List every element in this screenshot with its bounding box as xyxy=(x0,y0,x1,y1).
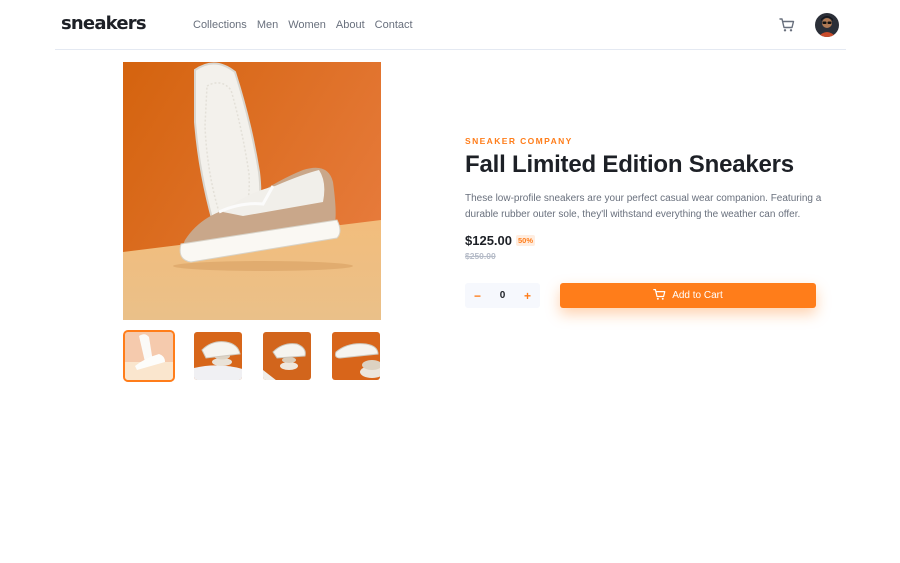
price-row: $125.00 50% xyxy=(465,233,536,248)
company-label: SNEAKER COMPANY xyxy=(465,136,573,146)
nav-about[interactable]: About xyxy=(336,19,365,31)
decrement-button[interactable]: − xyxy=(474,290,481,302)
avatar[interactable] xyxy=(815,13,839,37)
add-to-cart-label: Add to Cart xyxy=(672,290,723,301)
thumbnail-3[interactable] xyxy=(261,330,313,382)
nav-men[interactable]: Men xyxy=(257,19,278,31)
quantity-value: 0 xyxy=(499,290,506,301)
cart-icon xyxy=(653,288,666,304)
quantity-stepper: − 0 + xyxy=(465,283,540,308)
current-price: $125.00 xyxy=(465,233,512,248)
product-main-image[interactable] xyxy=(123,62,381,320)
thumbnail-2[interactable] xyxy=(192,330,244,382)
nav-women[interactable]: Women xyxy=(288,19,326,31)
product-title: Fall Limited Edition Sneakers xyxy=(465,151,794,178)
thumbnail-4[interactable] xyxy=(330,330,382,382)
increment-button[interactable]: + xyxy=(524,290,531,302)
thumbnail-1[interactable] xyxy=(123,330,175,382)
main-nav: Collections Men Women About Contact xyxy=(193,19,413,31)
original-price: $250.00 xyxy=(465,251,496,261)
discount-badge: 50% xyxy=(516,235,536,246)
cart-icon[interactable] xyxy=(779,17,795,33)
product-description: These low-profile sneakers are your perf… xyxy=(465,193,822,220)
nav-contact[interactable]: Contact xyxy=(375,19,413,31)
thumbnail-strip xyxy=(123,330,382,382)
site-header: sneakers Collections Men Women About Con… xyxy=(55,0,846,50)
logo[interactable]: sneakers xyxy=(61,13,147,34)
nav-collections[interactable]: Collections xyxy=(193,19,247,31)
add-to-cart-button[interactable]: Add to Cart xyxy=(560,283,816,308)
